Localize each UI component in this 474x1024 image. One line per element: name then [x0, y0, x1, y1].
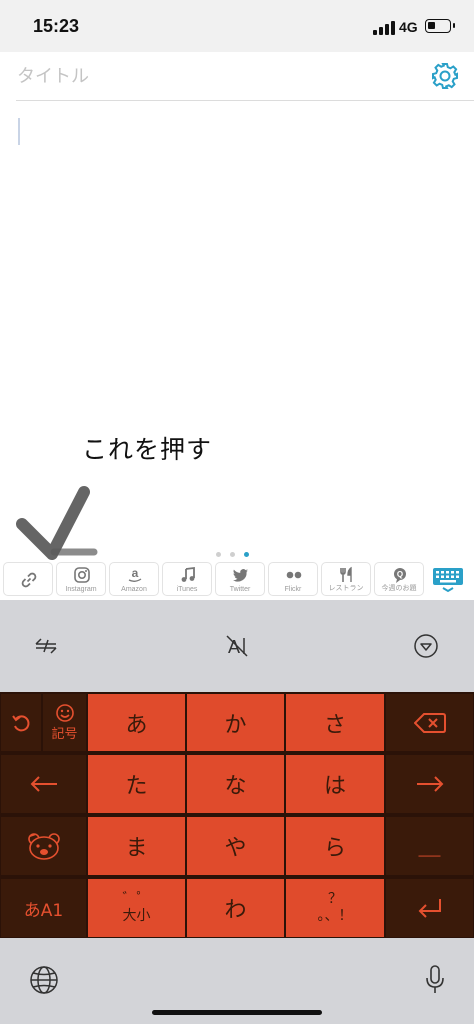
enter-key[interactable]	[386, 879, 473, 937]
microphone-icon	[426, 965, 444, 993]
home-indicator	[152, 1010, 322, 1015]
fork-knife-icon	[340, 566, 352, 582]
arrow-left-icon	[30, 776, 57, 792]
instagram-label: Instagram	[65, 586, 97, 593]
weekly-topic-button[interactable]: Q 今週のお題	[374, 562, 424, 596]
body-editor[interactable]	[0, 104, 474, 544]
gear-icon	[432, 63, 458, 89]
globe-button[interactable]	[28, 964, 60, 996]
dakuten-top: ゛゜	[122, 891, 151, 907]
cursor-arrows-icon	[35, 638, 57, 654]
title-divider	[16, 100, 474, 101]
key-a[interactable]: あ	[88, 694, 185, 751]
weekly-topic-label: 今週のお題	[381, 585, 417, 592]
itunes-button[interactable]: iTunes	[162, 562, 212, 596]
punctuation-top: ？	[328, 891, 342, 907]
globe-icon	[30, 966, 58, 994]
arrow-right-icon	[416, 776, 443, 792]
punctuation-bottom: 。、！	[317, 908, 353, 924]
cursor-right-key[interactable]	[386, 755, 473, 813]
page-indicator	[214, 552, 254, 558]
speech-bubble-icon: Q	[394, 568, 406, 583]
input-mode-key[interactable]: あA1	[1, 879, 86, 937]
svg-text:Q: Q	[397, 570, 403, 579]
twitter-icon	[233, 569, 248, 582]
return-icon	[418, 899, 441, 918]
battery-icon	[425, 19, 455, 33]
link-button[interactable]	[3, 562, 53, 596]
twitter-label: Twitter	[229, 586, 251, 593]
key-ma[interactable]: ま	[88, 817, 185, 875]
page-dot	[230, 552, 235, 557]
amazon-label: Amazon	[121, 586, 147, 593]
flickr-icon	[286, 571, 302, 579]
backspace-icon	[413, 712, 446, 733]
link-icon	[21, 572, 37, 588]
text-caret	[18, 118, 20, 145]
svg-text:a: a	[132, 566, 139, 580]
space-key[interactable]: ＿	[386, 817, 473, 875]
undo-key[interactable]	[1, 694, 41, 751]
symbols-label: 記号	[51, 727, 78, 742]
embed-toolbar: Instagram a Amazon iTunes Twitter Flickr…	[0, 560, 474, 600]
dakuten-key[interactable]: ゛゜ 大小	[88, 879, 185, 937]
keyboard-tool-bar: A	[0, 600, 474, 692]
key-ka[interactable]: か	[187, 694, 284, 751]
smiley-icon	[55, 704, 74, 722]
annotation-text: これを押す	[82, 435, 213, 464]
page-dot	[216, 552, 221, 557]
bear-face-icon	[27, 833, 60, 860]
emoticon-key[interactable]	[1, 817, 86, 875]
keyboard: A 記号 あ か さ た な は ま や ら ＿ あA1 ゛゜ 大小 わ ？ 。…	[0, 600, 474, 1024]
keyboard-icon	[433, 568, 463, 593]
key-ya[interactable]: や	[187, 817, 284, 875]
title-input[interactable]	[17, 62, 377, 90]
flickr-button[interactable]: Flickr	[268, 562, 318, 596]
status-bar: 15:23 4G	[0, 0, 474, 52]
close-keyboard-button[interactable]	[410, 630, 442, 662]
key-sa[interactable]: さ	[286, 694, 384, 751]
key-ha[interactable]: は	[286, 755, 384, 813]
key-grid: 記号 あ か さ た な は ま や ら ＿ あA1 ゛゜ 大小 わ ？ 。、！	[0, 692, 474, 938]
key-na[interactable]: な	[187, 755, 284, 813]
itunes-label: iTunes	[176, 586, 198, 593]
amazon-button[interactable]: a Amazon	[109, 562, 159, 596]
chevron-down-circle-icon	[414, 634, 438, 658]
ai-conversion-button[interactable]: A	[221, 630, 253, 662]
amazon-icon: a	[128, 566, 142, 582]
cursor-move-button[interactable]	[30, 630, 62, 662]
battery-fill	[428, 22, 435, 29]
settings-button[interactable]	[430, 61, 460, 91]
keyboard-toggle-button[interactable]	[430, 563, 466, 593]
key-wa[interactable]: わ	[187, 879, 284, 937]
twitter-button[interactable]: Twitter	[215, 562, 265, 596]
key-ra[interactable]: ら	[286, 817, 384, 875]
key-ta[interactable]: た	[88, 755, 185, 813]
ai-slash-icon: A	[226, 635, 248, 657]
restaurant-button[interactable]: レストラン	[321, 562, 371, 596]
delete-key[interactable]	[386, 694, 473, 751]
signal-bars-icon	[373, 21, 395, 35]
screen: 15:23 4G これを押す	[0, 0, 474, 1024]
punctuation-key[interactable]: ？ 。、！	[286, 879, 384, 937]
handwritten-check-mark	[16, 486, 98, 560]
status-time: 15:23	[33, 16, 80, 36]
cursor-left-key[interactable]	[1, 755, 86, 813]
dakuten-bottom: 大小	[122, 908, 151, 924]
page-dot-active	[244, 552, 249, 557]
music-note-icon	[181, 566, 195, 582]
dictation-button[interactable]	[422, 964, 448, 996]
flickr-label: Flickr	[284, 586, 302, 593]
symbols-key[interactable]: 記号	[43, 694, 86, 751]
restaurant-label: レストラン	[328, 585, 364, 592]
network-type: 4G	[399, 19, 418, 35]
instagram-icon	[74, 567, 90, 583]
instagram-button[interactable]: Instagram	[56, 562, 106, 596]
undo-icon	[12, 714, 30, 731]
